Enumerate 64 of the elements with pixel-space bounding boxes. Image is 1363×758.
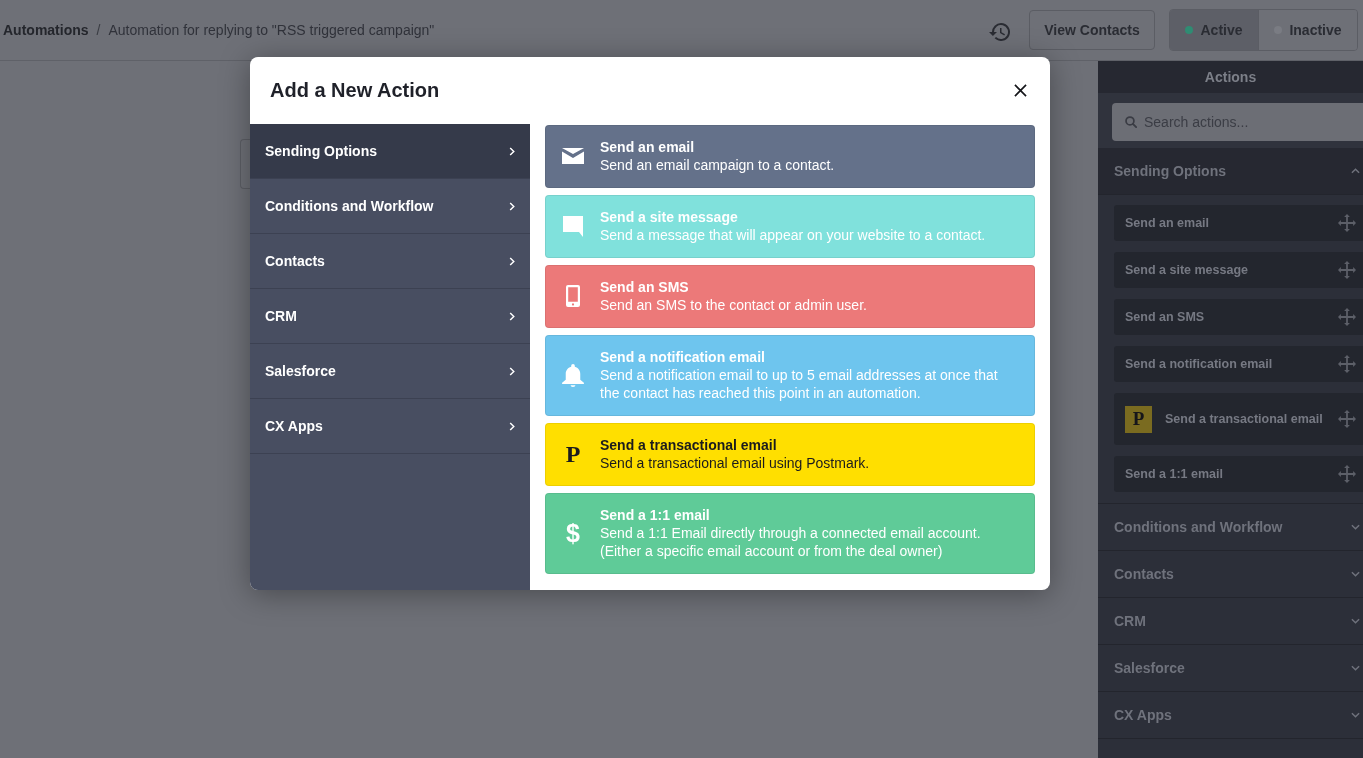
action-card[interactable]: Send an SMS Send an SMS to the contact or admin user.	[545, 265, 1035, 328]
move-icon[interactable]	[1338, 410, 1356, 428]
action-title: Send a 1:1 email	[600, 506, 711, 524]
status-tab[interactable]: Inactive	[1258, 10, 1357, 50]
search-icon	[1125, 116, 1137, 128]
dialog-title: Add a New Action	[270, 79, 440, 102]
action-item[interactable]: Send a notification email	[1114, 346, 1363, 382]
action-description: Send an email campaign to a contact.	[600, 156, 836, 174]
chevron-right-icon	[509, 421, 515, 431]
chevron-right-icon	[509, 201, 515, 211]
section-header[interactable]: Contacts	[1098, 551, 1363, 598]
p-logo: P	[565, 442, 581, 466]
action-item[interactable]: Send an email	[1114, 205, 1363, 241]
section-header[interactable]: Conditions and Workflow	[1098, 504, 1363, 551]
chevron-right-icon	[509, 256, 515, 266]
action-description: Send a transactional email using Postmark.	[600, 454, 871, 472]
action-item[interactable]: Send a 1:1 email	[1114, 456, 1363, 492]
breadcrumb-link[interactable]: Automations	[3, 22, 89, 38]
action-item[interactable]: Send a site message	[1114, 252, 1363, 288]
history-icon[interactable]	[989, 23, 1011, 41]
action-card[interactable]: Send an email Send an email campaign to a contact.	[545, 125, 1035, 188]
action-title: Send an email	[600, 138, 696, 156]
category-item[interactable]: Contacts	[250, 234, 530, 289]
move-icon[interactable]	[1338, 214, 1356, 232]
category-item[interactable]: Conditions and Workflow	[250, 179, 530, 234]
phone-icon	[566, 285, 580, 307]
panel-title: Actions	[1098, 61, 1363, 93]
section-header[interactable]: CRM	[1098, 598, 1363, 645]
view-contacts-button[interactable]: View Contacts	[1029, 10, 1155, 50]
action-description: Send an SMS to the contact or admin user.	[600, 296, 868, 314]
move-icon[interactable]	[1338, 261, 1356, 279]
chevron-right-icon	[509, 311, 515, 321]
breadcrumb-current: Automation for replying to "RSS triggered campaign"	[108, 22, 435, 38]
envelope-icon	[562, 148, 584, 164]
chevron-right-icon	[509, 146, 515, 156]
dollar-icon: $	[566, 520, 580, 546]
section-header[interactable]: Sending Options	[1098, 148, 1363, 195]
action-description: Send a notification email to up to 5 email addresses at once that the contact has reached this point in an automation.	[600, 366, 999, 402]
breadcrumb-separator: /	[96, 22, 101, 38]
move-icon[interactable]	[1338, 308, 1356, 326]
category-item[interactable]: Salesforce	[250, 344, 530, 399]
action-card[interactable]: $ Send a 1:1 email Send a 1:1 Email directly through a connected email account. (Either a specific email account or from the deal owner)	[545, 493, 1035, 574]
action-card[interactable]: Send a notification email Send a notification email to up to 5 email addresses at once that the contact has reached this point in an automation.	[545, 335, 1035, 416]
p-logo: P	[1125, 405, 1152, 433]
speech-bubble-icon	[563, 215, 583, 237]
category-item[interactable]: CRM	[250, 289, 530, 344]
move-icon[interactable]	[1338, 465, 1356, 483]
close-icon[interactable]	[1014, 84, 1027, 97]
move-icon[interactable]	[1338, 355, 1356, 373]
action-item[interactable]: P Send a transactional email	[1114, 393, 1363, 445]
action-description: Send a message that will appear on your website to a contact.	[600, 226, 987, 244]
chevron-right-icon	[509, 366, 515, 376]
action-description: Send a 1:1 Email directly through a connected email account. (Either a specific email account or from the deal owner)	[600, 524, 982, 560]
category-item[interactable]: Sending Options	[250, 124, 530, 179]
action-title: Send an SMS	[600, 278, 690, 296]
action-title: Send a transactional email	[600, 436, 778, 454]
action-title: Send a notification email	[600, 348, 766, 366]
action-card[interactable]: P Send a transactional email Send a transactional email using Postmark.	[545, 423, 1035, 486]
category-item[interactable]: CX Apps	[250, 399, 530, 454]
section-header[interactable]: CX Apps	[1098, 692, 1363, 739]
bell-icon	[562, 363, 584, 387]
action-title: Send a site message	[600, 208, 739, 226]
action-item[interactable]: Send an SMS	[1114, 299, 1363, 335]
section-header[interactable]: Salesforce	[1098, 645, 1363, 692]
